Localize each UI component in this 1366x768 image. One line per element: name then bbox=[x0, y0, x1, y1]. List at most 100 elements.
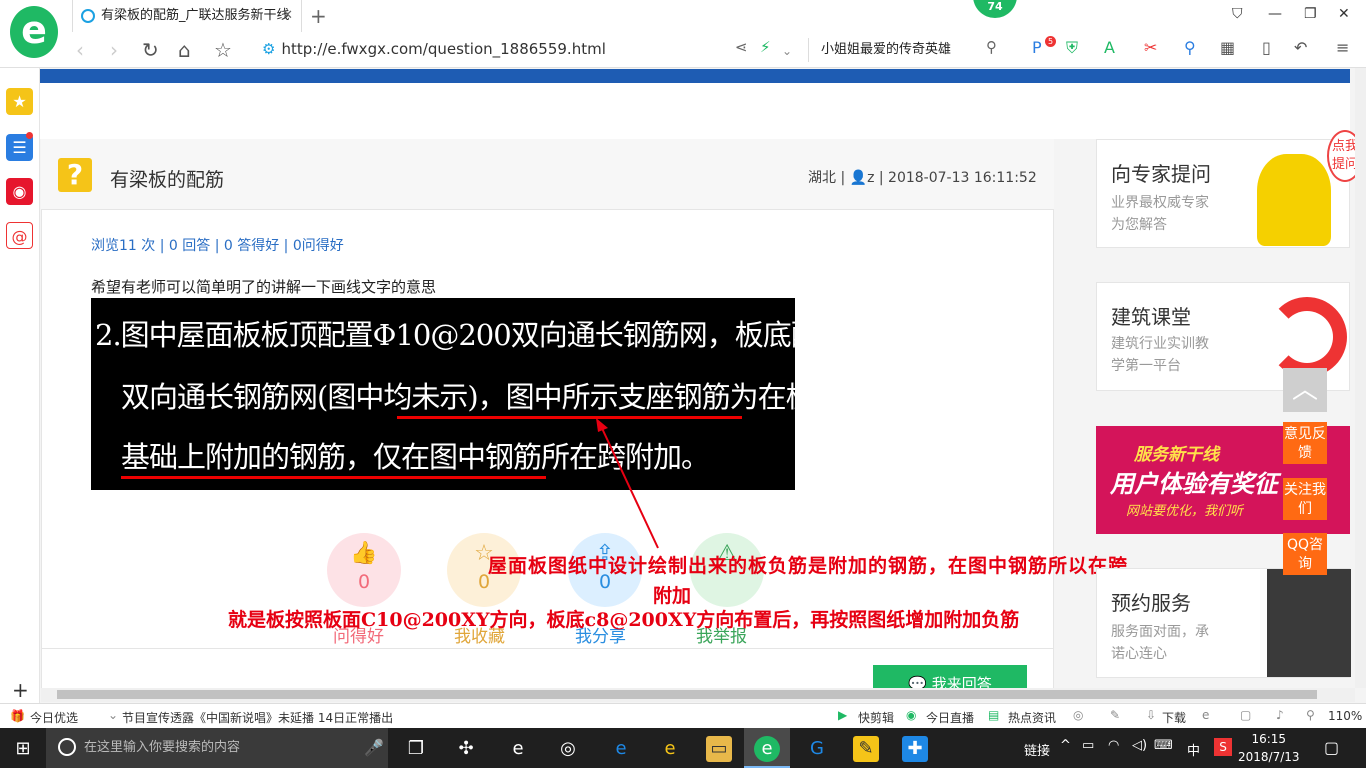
user-icon: 👤 bbox=[849, 170, 868, 186]
chevron-down-icon[interactable]: ⌄ bbox=[108, 708, 118, 722]
translate-icon[interactable]: A bbox=[1104, 38, 1115, 57]
follow-us-button[interactable]: 关注我们 bbox=[1283, 478, 1327, 520]
browser-e-icon[interactable]: e bbox=[505, 736, 531, 762]
task-view-icon[interactable]: ❐ bbox=[403, 736, 429, 762]
tray-chevron-icon[interactable]: ^ bbox=[1060, 738, 1071, 753]
question-mark-icon: ? bbox=[58, 158, 92, 192]
extension-p-icon[interactable]: P bbox=[1032, 38, 1042, 57]
apps-grid-icon[interactable]: ▦ bbox=[1220, 38, 1235, 57]
back-icon[interactable]: ‹ bbox=[76, 38, 84, 62]
tab-current[interactable]: 有梁板的配筋_广联达服务新干线 ✕ bbox=[72, 0, 302, 32]
clock-date: 2018/7/13 bbox=[1238, 750, 1300, 764]
lightning-icon[interactable]: ⚡ bbox=[760, 38, 771, 56]
taskbar-search-input[interactable]: 在这里输入你要搜索的内容 bbox=[46, 728, 388, 768]
action-like-button[interactable]: 👍 0 bbox=[327, 533, 401, 607]
service-title: 预约服务 bbox=[1111, 591, 1191, 615]
search-input[interactable]: 小姐姐最爱的传奇英雄 bbox=[808, 38, 1008, 62]
status-item[interactable]: 快剪辑 bbox=[858, 709, 894, 726]
sound-icon[interactable]: ♪ bbox=[1276, 708, 1284, 722]
green-browser-icon[interactable]: e bbox=[754, 736, 780, 762]
notes-app-icon[interactable]: ✎ bbox=[853, 736, 879, 762]
undo-icon[interactable]: ↶ bbox=[1294, 38, 1307, 57]
link-label[interactable]: 链接 bbox=[1024, 740, 1050, 759]
address-bar[interactable]: ⚙ http://e.fwxgx.com/question_1886559.htm… bbox=[262, 40, 606, 58]
menu-icon[interactable]: ≡ bbox=[1336, 38, 1349, 57]
zoom-level[interactable]: 110% bbox=[1328, 709, 1362, 723]
edge-icon[interactable]: e bbox=[608, 736, 634, 762]
speed-icon[interactable]: ◎ bbox=[1073, 708, 1083, 722]
fan-app-icon[interactable]: ✣ bbox=[453, 736, 479, 762]
question-photo[interactable]: 2.图中屋面板板顶配置Φ10@200双向通长钢筋网，板底配置Φ8@200 双向通… bbox=[91, 298, 795, 490]
handshake-photo bbox=[1267, 569, 1351, 677]
horizontal-scroll-thumb[interactable] bbox=[57, 690, 1317, 699]
file-explorer-icon[interactable]: ▭ bbox=[706, 736, 732, 762]
minimize-icon[interactable]: — bbox=[1268, 6, 1282, 22]
site-favicon-icon bbox=[81, 9, 95, 23]
g-app-icon[interactable]: G bbox=[804, 736, 830, 762]
status-item[interactable]: 下载 bbox=[1162, 709, 1186, 726]
status-item[interactable]: 热点资讯 bbox=[1008, 709, 1056, 726]
favorite-star-icon[interactable]: ☆ bbox=[214, 38, 232, 62]
search-icon[interactable]: ⚲ bbox=[986, 38, 997, 56]
photo-line-2: 双向通长钢筋网(图中均未示)，图中所示支座钢筋为在板顶通长钢筋 bbox=[121, 380, 795, 414]
close-window-icon[interactable]: ✕ bbox=[1338, 6, 1350, 22]
back-to-top-icon[interactable]: ︿ bbox=[1283, 368, 1327, 412]
globe-icon: ⚙ bbox=[262, 40, 276, 58]
forward-icon[interactable]: › bbox=[110, 38, 118, 62]
shield-yen-icon[interactable]: ⛨ bbox=[1066, 38, 1078, 58]
dropdown-chevron-icon[interactable]: ⌄ bbox=[782, 44, 792, 58]
volume-icon[interactable]: ◁) bbox=[1132, 738, 1147, 753]
notification-center-icon[interactable]: ▢ bbox=[1324, 738, 1339, 757]
clock-time: 16:15 bbox=[1251, 732, 1287, 746]
tab-close-icon[interactable]: ✕ bbox=[282, 0, 293, 32]
qq-consult-button[interactable]: QQ咨询 bbox=[1283, 533, 1327, 575]
battery-icon[interactable]: ▭ bbox=[1082, 738, 1094, 753]
vertical-scrollbar[interactable] bbox=[1355, 68, 1366, 688]
tab-title: 有梁板的配筋_广联达服务新干线 bbox=[101, 8, 290, 23]
class-title: 建筑课堂 bbox=[1111, 305, 1191, 329]
mail-icon[interactable]: @ bbox=[6, 222, 33, 249]
microphone-icon[interactable]: 🎤 bbox=[364, 738, 384, 757]
question-description: 希望有老师可以简单明了的讲解一下画线文字的意思 bbox=[91, 278, 437, 296]
today-picks[interactable]: 今日优选 bbox=[30, 709, 78, 726]
new-tab-icon[interactable]: + bbox=[310, 4, 327, 28]
sogou-icon[interactable]: S bbox=[1214, 738, 1232, 756]
status-item[interactable]: 今日直播 bbox=[926, 709, 974, 726]
keyboard-icon[interactable]: ⌨ bbox=[1154, 738, 1173, 753]
favorites-star-icon[interactable]: ★ bbox=[6, 88, 33, 115]
news-ticker[interactable]: 节目宣传透露《中国新说唱》未延播 14日正常播出 bbox=[122, 709, 393, 726]
play-icon: ▶ bbox=[838, 708, 848, 722]
share-icon[interactable]: ⋖ bbox=[735, 38, 748, 56]
wifi-icon[interactable]: ◠ bbox=[1108, 738, 1119, 753]
pin-icon[interactable]: ✎ bbox=[1110, 708, 1120, 722]
ie-icon[interactable]: e bbox=[1202, 708, 1209, 722]
browser-logo-icon[interactable]: e bbox=[10, 6, 58, 58]
class-logo-icon bbox=[1267, 297, 1347, 377]
plus-app-icon[interactable]: ✚ bbox=[902, 736, 928, 762]
sidebar-add-icon[interactable]: + bbox=[12, 678, 29, 702]
tablet-icon[interactable]: ▯ bbox=[1262, 38, 1271, 57]
banner-line-2: 用户体验有奖征 bbox=[1110, 470, 1278, 498]
home-icon[interactable]: ⌂ bbox=[178, 38, 191, 62]
feedback-button[interactable]: 意见反馈 bbox=[1283, 422, 1327, 464]
ime-indicator[interactable]: 中 bbox=[1187, 740, 1200, 759]
weibo-icon[interactable]: ◉ bbox=[6, 178, 33, 205]
expert-mascot-icon bbox=[1257, 154, 1331, 246]
region-text: 湖北 | bbox=[808, 170, 850, 186]
scissors-icon[interactable]: ✂ bbox=[1144, 38, 1157, 57]
ask-expert-card[interactable]: 向专家提问 业界最权威专家 为您解答 点我提问 bbox=[1096, 130, 1363, 248]
ask-expert-sub: 业界最权威专家 bbox=[1111, 195, 1209, 211]
shirt-skin-icon[interactable]: ⛉ bbox=[1232, 6, 1243, 22]
restore-icon[interactable]: ❐ bbox=[1304, 6, 1317, 22]
swirl-app-icon[interactable]: ◎ bbox=[555, 736, 581, 762]
refresh-icon[interactable]: ↻ bbox=[142, 38, 159, 62]
cortana-icon bbox=[58, 738, 76, 756]
magnifier-tool-icon[interactable]: ⚲ bbox=[1184, 38, 1196, 57]
clock[interactable]: 16:15 2018/7/13 bbox=[1238, 730, 1300, 766]
extension-badge: 5 bbox=[1045, 36, 1056, 47]
windows-start-icon[interactable]: ⊞ bbox=[10, 736, 36, 762]
class-sub: 建筑行业实训教 bbox=[1111, 336, 1209, 352]
appointment-card[interactable]: 预约服务 服务面对面，承 诺心连心 bbox=[1096, 568, 1351, 678]
ie-taskbar-icon[interactable]: e bbox=[657, 736, 683, 762]
window-icon[interactable]: ▢ bbox=[1240, 708, 1251, 722]
